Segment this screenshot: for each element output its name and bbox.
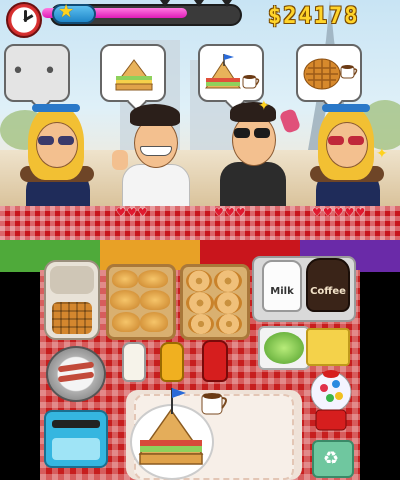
- croissant-icon: [140, 312, 168, 332]
- bagel-icon: [186, 270, 212, 292]
- star-threshold-marker: [194, 0, 204, 7]
- glasses: [234, 128, 250, 138]
- lettuce-icon: [264, 332, 304, 364]
- mayo-bottle[interactable]: [122, 342, 146, 382]
- customer-4[interactable]: ✦: [304, 100, 390, 210]
- star-icon: ★: [58, 1, 75, 22]
- customer-hair: [130, 104, 180, 126]
- mustard-bottle[interactable]: [160, 342, 184, 382]
- headband: [322, 104, 370, 112]
- gumball-jar[interactable]: [308, 368, 354, 434]
- waffle-icon: [303, 58, 341, 90]
- sunglasses: [328, 136, 344, 145]
- order-bubble-waiting: • •: [4, 44, 70, 102]
- sparkle-icon: ✦: [258, 98, 270, 114]
- customer-body: [220, 162, 286, 210]
- customer-1[interactable]: [14, 100, 100, 210]
- croissant-icon: [110, 290, 140, 310]
- customer-face: [36, 122, 78, 168]
- sandwich-icon: [205, 54, 241, 89]
- customer-2[interactable]: [112, 100, 196, 212]
- sunglasses: [348, 136, 364, 145]
- thinking-dots: • •: [11, 59, 63, 84]
- sparkle-icon: ✦: [376, 146, 388, 162]
- toaster-panel: [52, 438, 100, 460]
- star-threshold-marker: [222, 0, 232, 7]
- glasses: [254, 128, 270, 138]
- assembled-sandwich[interactable]: [134, 384, 208, 470]
- sunglasses: [38, 136, 54, 145]
- milk-jug[interactable]: Milk: [262, 260, 302, 312]
- coffee-cup-icon: [340, 65, 358, 79]
- star-threshold-marker: [160, 0, 170, 7]
- croissant-icon: [140, 290, 170, 310]
- cheese-icon[interactable]: [306, 328, 350, 366]
- patience-hearts: ♥♥♥: [116, 206, 149, 219]
- bagel-icon: [216, 314, 242, 334]
- bagel-icon: [214, 270, 242, 292]
- customer-3[interactable]: ✦: [210, 98, 302, 210]
- milk-label: Milk: [270, 286, 294, 297]
- coffee-cup-icon: [242, 75, 260, 89]
- smile: [140, 146, 172, 156]
- headband: [32, 104, 80, 112]
- thumbs-up-hand: [112, 150, 128, 170]
- customer-body: [122, 164, 190, 212]
- patience-hearts: ♥♥♥♥♥: [312, 206, 367, 219]
- order-bubble: [296, 44, 362, 102]
- waffle-icon: [52, 302, 92, 334]
- recycle-icon: ♻: [323, 448, 340, 469]
- customer-face: [326, 122, 368, 168]
- coffee-cup-icon[interactable]: [198, 386, 232, 420]
- croissant-icon: [112, 270, 138, 288]
- sandwich-icon: [115, 59, 153, 91]
- bagel-icon: [186, 292, 214, 314]
- bottom-screen: Milk Coffee ♻: [0, 240, 400, 480]
- money-counter: $24178: [268, 4, 360, 29]
- coffee-label: Coffee: [310, 286, 346, 297]
- sunglasses: [58, 136, 74, 145]
- toaster-slot: [52, 420, 100, 428]
- patience-hearts: ♥♥♥: [214, 206, 247, 219]
- clock-icon: [6, 2, 42, 38]
- order-bubble: [198, 44, 264, 102]
- ketchup-bottle[interactable]: [202, 340, 228, 382]
- waffle-iron-lid: [50, 266, 94, 294]
- bagel-icon: [188, 314, 214, 334]
- top-screen: ★ $24178 • • ✦ ✦ ♥♥♥ ♥♥♥ ♥♥♥♥♥: [0, 0, 400, 240]
- bagel-icon: [214, 292, 242, 314]
- croissant-icon: [138, 270, 168, 288]
- order-bubble: [100, 44, 166, 102]
- kiss-mark-icon: [278, 107, 302, 135]
- coffee-pot[interactable]: Coffee: [306, 258, 350, 312]
- croissant-icon: [112, 312, 140, 332]
